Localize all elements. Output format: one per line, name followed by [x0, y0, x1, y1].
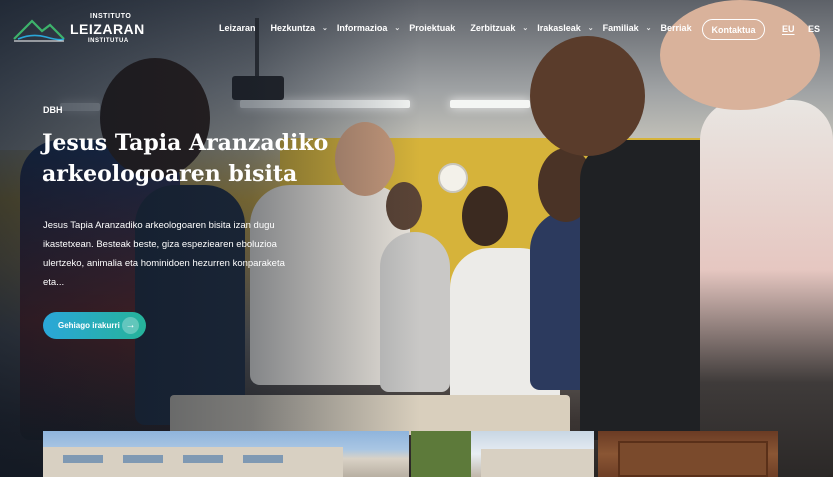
main-nav: Leizaran Hezkuntza ⌄ Informazioa ⌄ Proiekt…	[219, 23, 692, 33]
nav-item-berriak[interactable]: Berriak	[661, 23, 692, 33]
post-category-tag[interactable]: DBH	[43, 105, 63, 115]
wooden-cabinet-image	[618, 441, 768, 477]
chevron-down-icon: ⌄	[322, 25, 328, 32]
nav-item-familiak[interactable]: Familiak ⌄	[603, 23, 661, 33]
nav-label: Familiak	[602, 23, 639, 33]
read-more-button[interactable]: Gehiago irakurri →	[43, 312, 146, 339]
nav-label: Leizaran	[219, 23, 256, 33]
building-window	[243, 455, 283, 463]
chevron-down-icon: ⌄	[522, 25, 529, 32]
language-es[interactable]: ES	[808, 24, 820, 34]
nav-item-zerbitzuak[interactable]: Zerbitzuak ⌄	[470, 23, 537, 33]
site-header: INSTITUTO LEIZARAN INSTITUTUA Leizaran H…	[0, 0, 833, 60]
mountain-logo-icon	[13, 19, 65, 42]
post-title[interactable]: Jesus Tapia Aranzadiko arkeologoaren bis…	[42, 128, 362, 190]
ceiling-light	[450, 100, 530, 108]
nav-label: Berriak	[660, 23, 692, 33]
tree-image	[411, 431, 471, 477]
logo-line-2: LEIZARAN	[70, 21, 145, 37]
nav-item-proiektuak[interactable]: Proiektuak	[409, 23, 455, 33]
person-student	[700, 100, 833, 477]
person-head	[462, 186, 508, 246]
news-card-thumbnail[interactable]	[411, 431, 594, 477]
nav-item-hezkuntza[interactable]: Hezkuntza ⌄	[271, 23, 337, 33]
post-excerpt: Jesus Tapia Aranzadiko arkeologoaren bis…	[43, 220, 285, 288]
arrow-right-icon: →	[122, 317, 139, 334]
chevron-down-icon: ⌄	[587, 25, 594, 32]
language-eu[interactable]: EU	[782, 24, 795, 34]
nav-label: Hezkuntza	[270, 23, 316, 33]
wall-clock	[438, 163, 468, 193]
building-window	[63, 455, 103, 463]
nav-label: Informazioa	[336, 23, 388, 33]
chevron-down-icon: ⌄	[394, 25, 401, 32]
site-logo[interactable]: INSTITUTO LEIZARAN INSTITUTUA	[12, 13, 144, 49]
building-image	[481, 449, 594, 477]
nav-label: Zerbitzuak	[470, 23, 516, 33]
nav-label: Irakasleak	[537, 23, 581, 33]
news-card-thumbnail[interactable]	[598, 431, 778, 477]
nav-item-irakasleak[interactable]: Irakasleak ⌄	[537, 23, 602, 33]
contact-button[interactable]: Kontaktua	[702, 19, 765, 40]
nav-item-informazioa[interactable]: Informazioa ⌄	[337, 23, 409, 33]
building-window	[183, 455, 223, 463]
nav-item-leizaran[interactable]: Leizaran	[219, 23, 256, 33]
read-more-label: Gehiago irakurri	[58, 321, 120, 330]
logo-line-1: INSTITUTO	[90, 13, 132, 20]
logo-wordmark: INSTITUTO LEIZARAN INSTITUTUA	[70, 13, 145, 44]
building-window	[123, 455, 163, 463]
logo-line-3: INSTITUTUA	[88, 38, 129, 44]
chevron-down-icon: ⌄	[645, 25, 652, 32]
news-card-thumbnail[interactable]	[43, 431, 409, 477]
nav-label: Proiektuak	[409, 23, 456, 33]
